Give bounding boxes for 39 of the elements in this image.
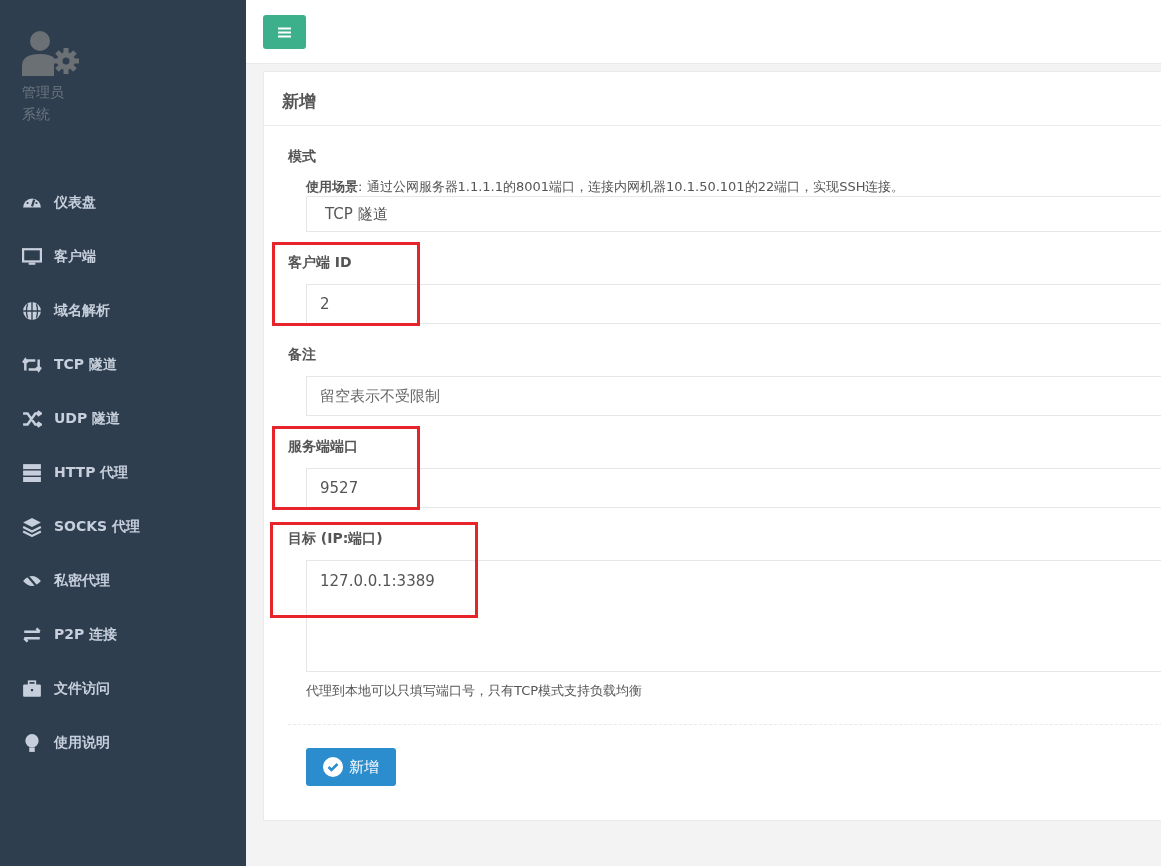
retweet-icon [22, 355, 42, 375]
submit-button[interactable]: 新增 [306, 748, 396, 786]
input-field[interactable]: 9527 [306, 468, 1161, 508]
sidebar-item[interactable]: P2P 连接 [22, 608, 246, 662]
monitor-icon [22, 247, 42, 267]
sidebar-item[interactable]: HTTP 代理 [22, 446, 246, 500]
bulb-icon [22, 733, 42, 753]
sidebar-item[interactable]: UDP 隧道 [22, 392, 246, 446]
menu-icon [278, 26, 291, 38]
field-label: 服务端端口 [288, 438, 358, 456]
target-textarea[interactable]: 127.0.0.1:3389 [306, 560, 1161, 672]
mode-select[interactable]: TCP 隧道 [306, 196, 1161, 232]
input-field[interactable]: 留空表示不受限制 [306, 376, 1161, 416]
menu-button[interactable] [263, 15, 306, 49]
sidebar-item[interactable]: 使用说明 [22, 716, 246, 770]
shuffle-icon [22, 409, 42, 429]
server-icon [22, 463, 42, 483]
field-label: 模式 [288, 148, 316, 166]
card-title: 新增 [282, 91, 316, 111]
field-label: 备注 [288, 346, 316, 364]
globe-icon [22, 301, 42, 321]
usage-hint: 使用场景: 通过公网服务器1.1.1.1的8001端口，连接内网机器10.1.50.101的22端口，实现SSH连接。 [306, 178, 905, 196]
sidebar-item[interactable]: 域名解析 [22, 284, 246, 338]
field-label: 目标 (IP:端口) [288, 530, 383, 548]
exchange-icon [22, 625, 42, 645]
check-circle-icon [323, 757, 343, 777]
sidebar-item[interactable]: 私密代理 [22, 554, 246, 608]
sidebar-item[interactable]: 文件访问 [22, 662, 246, 716]
admin-user-icon [22, 30, 80, 76]
help-text: 代理到本地可以只填写端口号，只有TCP模式支持负载均衡 [306, 682, 643, 700]
sidebar-item[interactable]: SOCKS 代理 [22, 500, 246, 554]
sidebar-item[interactable]: TCP 隧道 [22, 338, 246, 392]
field-label: 客户端 ID [288, 254, 352, 272]
briefcase-icon [22, 679, 42, 699]
user-role: 系统 [22, 106, 51, 124]
sidebar-item[interactable]: 客户端 [22, 230, 246, 284]
layers-icon [22, 517, 42, 537]
input-field[interactable]: 2 [306, 284, 1161, 324]
sidebar-item[interactable]: 仪表盘 [22, 176, 246, 230]
